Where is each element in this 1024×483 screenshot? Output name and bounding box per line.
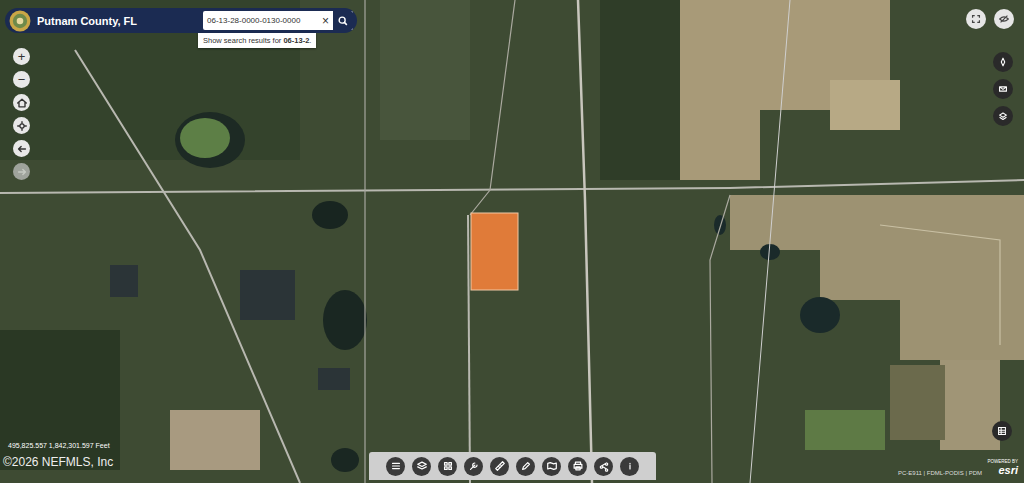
app-title: Putnam County, FL bbox=[37, 15, 197, 27]
fullscreen-button[interactable] bbox=[966, 9, 986, 29]
tools-icon bbox=[468, 460, 480, 472]
side-tool-button[interactable] bbox=[993, 52, 1013, 72]
toolbar-button[interactable] bbox=[568, 457, 587, 476]
nav-button[interactable] bbox=[13, 94, 30, 111]
toolbar-button[interactable] bbox=[464, 457, 483, 476]
mail-icon bbox=[997, 83, 1009, 95]
search-input[interactable]: 06-13-28-0000-0130-0000 bbox=[203, 16, 318, 25]
copyright: ©2026 NEFMLS, Inc bbox=[3, 455, 113, 469]
selected-parcel[interactable] bbox=[471, 213, 518, 290]
toolbar-button[interactable] bbox=[490, 457, 509, 476]
zoom-button[interactable]: + bbox=[13, 48, 30, 65]
info-icon bbox=[624, 460, 636, 472]
layers-icon bbox=[416, 460, 428, 472]
satellite-map[interactable] bbox=[0, 0, 1024, 483]
map-attribution: PC-E911 | FDML-PODIS | PDM bbox=[898, 470, 982, 476]
coordinates-readout: 495,825.557 1,842,301.597 Feet bbox=[8, 442, 110, 449]
side-tool-button[interactable] bbox=[993, 106, 1013, 126]
hide-button[interactable] bbox=[994, 9, 1014, 29]
locate-icon bbox=[16, 120, 28, 132]
toolbar-button[interactable] bbox=[620, 457, 639, 476]
fullscreen-icon bbox=[970, 13, 982, 25]
map-icon bbox=[546, 460, 558, 472]
toolbar-button[interactable] bbox=[594, 457, 613, 476]
print-icon bbox=[572, 460, 584, 472]
map-viewer: Putnam County, FL 06-13-28-0000-0130-0000… bbox=[0, 0, 1024, 483]
map-navigation: +− bbox=[13, 48, 30, 180]
nav-button bbox=[13, 163, 30, 180]
toolbar-button[interactable] bbox=[438, 457, 457, 476]
toolbar-button[interactable] bbox=[516, 457, 535, 476]
nav-button[interactable] bbox=[13, 140, 30, 157]
zoom-button[interactable]: − bbox=[13, 71, 30, 88]
back-icon bbox=[16, 143, 28, 155]
side-tools bbox=[993, 52, 1013, 126]
share-icon bbox=[598, 460, 610, 472]
toolbar-button[interactable] bbox=[386, 457, 405, 476]
grid-icon bbox=[442, 460, 454, 472]
search-suggestion[interactable]: Show search results for 06-13-2. bbox=[198, 33, 316, 48]
eye-slash-icon bbox=[998, 13, 1010, 25]
basemap-icon bbox=[997, 110, 1009, 122]
nav-button[interactable] bbox=[13, 117, 30, 134]
attribute-table-button[interactable] bbox=[992, 421, 1012, 441]
search-button[interactable] bbox=[333, 11, 353, 30]
county-seal-icon bbox=[9, 10, 31, 32]
header-bar: Putnam County, FL 06-13-28-0000-0130-0000… bbox=[5, 8, 357, 33]
bottom-toolbar bbox=[369, 452, 656, 480]
compass-icon bbox=[997, 56, 1009, 68]
draw-icon bbox=[520, 460, 532, 472]
esri-logo: POWERED BYesri bbox=[987, 460, 1018, 476]
clear-button[interactable]: × bbox=[318, 14, 333, 28]
view-controls bbox=[966, 9, 1014, 29]
toolbar-button[interactable] bbox=[542, 457, 561, 476]
esri-wordmark: esri bbox=[998, 465, 1018, 476]
toolbar-button[interactable] bbox=[412, 457, 431, 476]
table-icon bbox=[996, 425, 1008, 437]
list-icon bbox=[390, 460, 402, 472]
magnifier-icon bbox=[337, 15, 349, 27]
forward-icon bbox=[16, 166, 28, 178]
measure-icon bbox=[494, 460, 506, 472]
side-tool-button[interactable] bbox=[993, 79, 1013, 99]
home-icon bbox=[16, 97, 28, 109]
search-box: 06-13-28-0000-0130-0000× bbox=[203, 11, 353, 30]
